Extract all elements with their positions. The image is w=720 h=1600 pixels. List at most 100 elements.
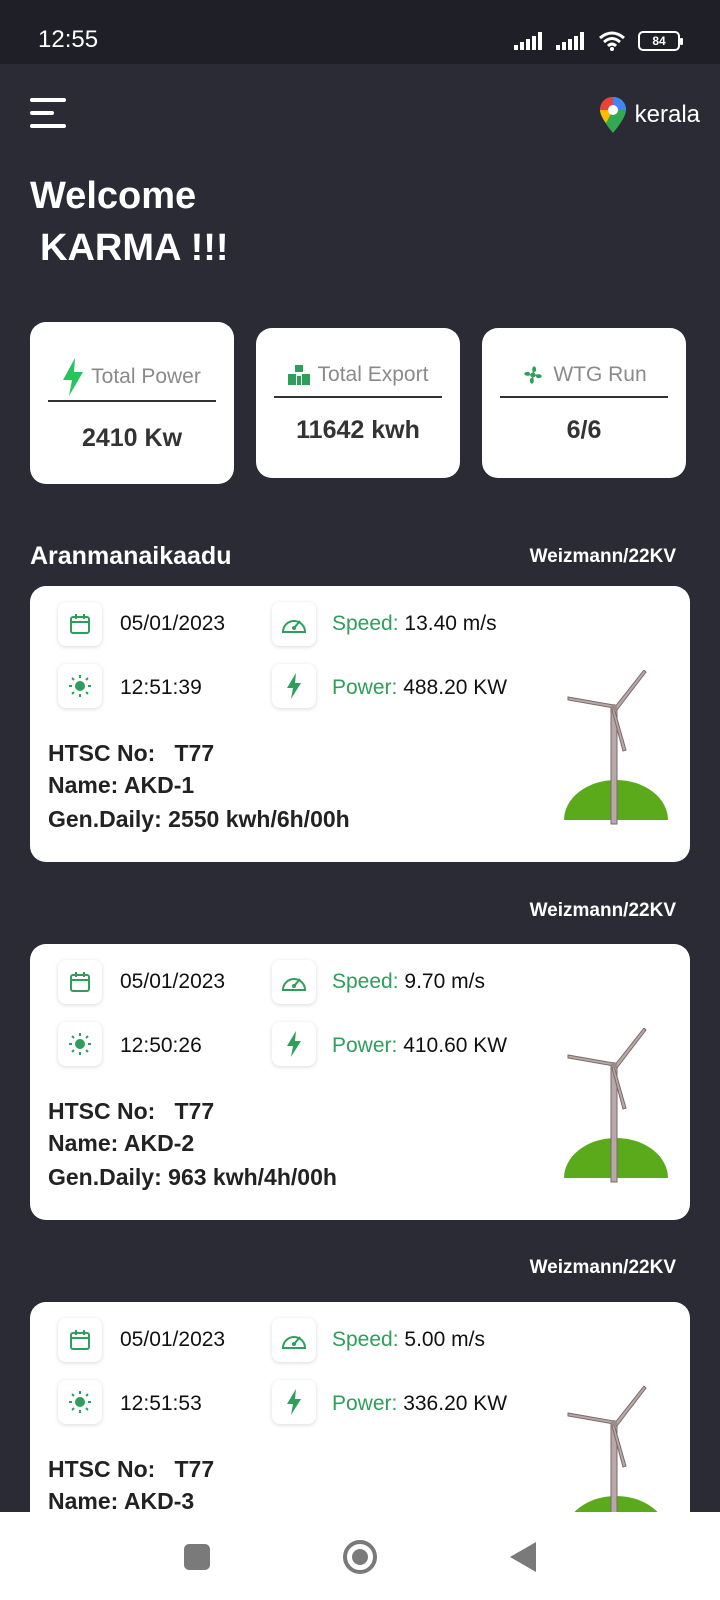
speedometer-icon-box <box>272 960 316 1004</box>
divider <box>48 400 216 402</box>
calendar-icon <box>70 972 90 992</box>
power-label: Power: <box>332 1392 398 1415</box>
turbine-card[interactable]: 05/01/2023 Speed: 13.40 m/s 12:51:39 Pow… <box>30 586 690 862</box>
menu-button[interactable] <box>30 98 68 132</box>
name-row: Name: AKD-3 <box>48 1488 194 1515</box>
name-label: Name: <box>48 1488 119 1514</box>
bolt-icon-box <box>272 1380 316 1424</box>
bolt-icon-box <box>272 1022 316 1066</box>
speedometer-icon-box <box>272 602 316 646</box>
htsc-value: T77 <box>174 740 215 766</box>
name-label: Name: <box>48 772 119 798</box>
speed-label: Speed: <box>332 1328 399 1351</box>
stat-card-total-power: Total Power 2410 Kw <box>30 322 234 484</box>
stat-card-header: WTG Run <box>482 328 686 396</box>
stat-card-header: Total Power <box>30 322 234 400</box>
date-text: 05/01/2023 <box>120 970 226 993</box>
bolt-icon <box>63 358 84 396</box>
calendar-icon-box <box>58 1318 102 1362</box>
speed-row: Speed: 13.40 m/s <box>332 612 497 636</box>
name-label: Name: <box>48 1130 119 1156</box>
power-value: 488.20 KW <box>403 676 508 699</box>
power-row: Power: 488.20 KW <box>332 676 507 700</box>
stat-label: WTG Run <box>553 363 647 386</box>
power-row: Power: 410.60 KW <box>332 1034 507 1058</box>
gen-row: Gen.Daily: 2550 kwh/6h/00h <box>48 806 350 833</box>
power-value: 410.60 KW <box>403 1034 508 1057</box>
power-label: Power: <box>332 676 398 699</box>
wind-turbine-illustration <box>564 670 668 825</box>
speed-row: Speed: 5.00 m/s <box>332 1328 485 1352</box>
source-label: Weizmann/22KV <box>529 1257 676 1278</box>
back-button[interactable] <box>510 1542 536 1572</box>
time-text: 12:51:39 <box>120 676 202 699</box>
stat-card-total-export: Total Export 11642 kwh <box>256 328 460 478</box>
speed-value: 5.00 m/s <box>404 1328 485 1351</box>
speed-value: 9.70 m/s <box>404 970 485 993</box>
location-label: kerala <box>634 101 700 128</box>
speed-label: Speed: <box>332 612 399 635</box>
stat-card-header: Total Export <box>256 328 460 396</box>
gen-label: Gen.Daily: <box>48 1164 162 1190</box>
bolt-icon <box>287 1389 301 1415</box>
htsc-label: HTSC No: <box>48 1456 156 1482</box>
sun-icon <box>69 1033 91 1055</box>
calendar-icon-box <box>58 602 102 646</box>
stat-value: 2410 Kw <box>81 424 183 452</box>
speed-row: Speed: 9.70 m/s <box>332 970 485 994</box>
htsc-row: HTSC No: T77 <box>48 1098 214 1125</box>
divider <box>274 396 442 398</box>
time-text: 12:50:26 <box>120 1034 202 1057</box>
htsc-label: HTSC No: <box>48 740 156 766</box>
speedometer-icon <box>281 1336 307 1349</box>
name-row: Name: AKD-1 <box>48 772 194 799</box>
speed-label: Speed: <box>332 970 399 993</box>
name-value: AKD-2 <box>123 1130 195 1156</box>
speedometer-icon-box <box>272 1318 316 1362</box>
bolt-icon <box>287 1031 301 1057</box>
divider <box>500 396 668 398</box>
calendar-icon <box>70 614 90 634</box>
sun-icon <box>69 675 91 697</box>
power-row: Power: 336.20 KW <box>332 1392 507 1416</box>
name-value: AKD-3 <box>123 1488 195 1514</box>
power-value: 336.20 KW <box>403 1392 508 1415</box>
htsc-row: HTSC No: T77 <box>48 1456 214 1483</box>
sun-icon <box>69 1391 91 1413</box>
stat-value: 6/6 <box>566 416 602 444</box>
stat-label: Total Power <box>91 365 201 388</box>
welcome-heading: Welcome KARMA !!! <box>30 170 229 274</box>
home-button[interactable] <box>342 1539 378 1575</box>
speed-value: 13.40 m/s <box>404 612 497 635</box>
battery-icon: 84 <box>638 31 683 51</box>
time-text: 12:51:53 <box>120 1392 202 1415</box>
wifi-icon <box>599 31 625 51</box>
calendar-icon <box>70 1330 90 1350</box>
stat-value: 11642 kwh <box>296 416 420 444</box>
htsc-row: HTSC No: T77 <box>48 740 214 767</box>
gen-row: Gen.Daily: 963 kwh/4h/00h <box>48 1164 337 1191</box>
menu-line <box>30 111 54 115</box>
stat-label: Total Export <box>317 363 429 386</box>
welcome-line: Welcome <box>30 175 197 217</box>
name-value: AKD-1 <box>123 772 195 798</box>
welcome-user-name: KARMA !!! <box>40 227 229 269</box>
export-icon <box>287 365 310 385</box>
menu-line <box>30 124 66 128</box>
section-title: Aranmanaikaadu <box>30 542 232 570</box>
location-selector[interactable]: kerala <box>599 96 700 134</box>
fan-icon <box>524 366 543 384</box>
gen-value: 963 kwh/4h/00h <box>168 1164 337 1190</box>
menu-line <box>30 98 66 102</box>
htsc-value: T77 <box>174 1456 215 1482</box>
signal-icon <box>556 32 584 50</box>
source-label: Weizmann/22KV <box>529 900 676 921</box>
turbine-card[interactable]: 05/01/2023 Speed: 9.70 m/s 12:50:26 Powe… <box>30 944 690 1220</box>
gen-value: 2550 kwh/6h/00h <box>168 806 350 832</box>
name-row: Name: AKD-2 <box>48 1130 194 1157</box>
recents-button[interactable] <box>184 1544 210 1570</box>
map-pin-icon <box>599 97 626 133</box>
sun-icon-box <box>58 664 102 708</box>
date-text: 05/01/2023 <box>120 612 226 635</box>
signal-icon <box>514 32 542 50</box>
